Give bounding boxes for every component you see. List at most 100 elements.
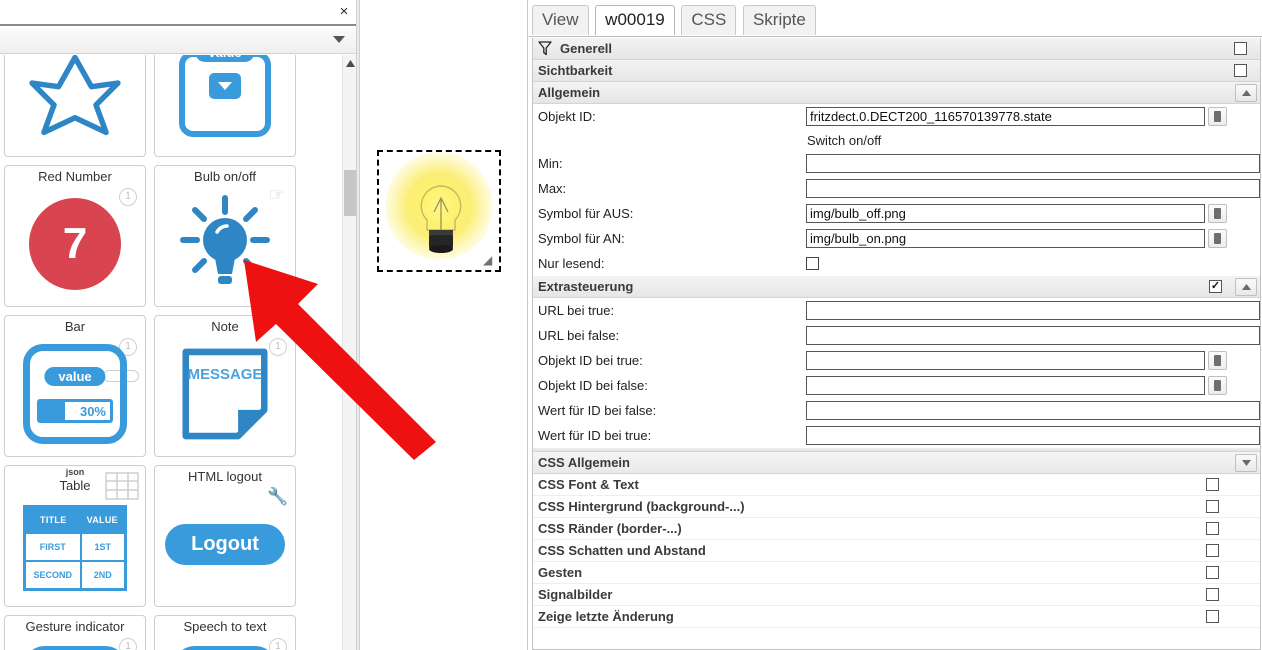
section-label: CSS Allgemein — [538, 455, 630, 470]
objekt-id-input[interactable] — [806, 107, 1205, 126]
section-header-generell[interactable]: Generell — [533, 38, 1260, 60]
panel-divider[interactable] — [356, 0, 360, 650]
widget-card-json-table[interactable]: json Table TITLE VALUE FIRST 1ST SECOND … — [4, 465, 146, 607]
bar-track: 30% — [37, 399, 113, 423]
min-input[interactable] — [806, 154, 1260, 173]
chevron-down-icon[interactable] — [333, 36, 345, 43]
tab-w00019[interactable]: w00019 — [595, 5, 675, 35]
row-wert-true: Wert für ID bei true: — [533, 423, 1260, 448]
bulb-on-image — [420, 185, 462, 253]
design-canvas[interactable]: ◢ — [361, 0, 528, 650]
section-signalbilder[interactable]: Signalbilder — [533, 584, 1260, 606]
url-bei-false-input[interactable] — [806, 326, 1260, 345]
section-checkbox[interactable] — [1206, 588, 1219, 601]
symbol-an-input[interactable] — [806, 229, 1205, 248]
symbol-aus-input[interactable] — [806, 204, 1205, 223]
row-objekt-id: Objekt ID: — [533, 104, 1260, 129]
section-checkbox[interactable] — [1234, 64, 1247, 77]
logout-icon: Logout — [155, 486, 295, 602]
row-label: URL bei true: — [538, 303, 615, 318]
section-zeige-letzte-aenderung[interactable]: Zeige letzte Änderung — [533, 606, 1260, 628]
widget-grid: value Red Number 1 7 — [4, 55, 336, 650]
browse-object-icon[interactable] — [1208, 107, 1227, 126]
section-checkbox[interactable] — [1206, 544, 1219, 557]
collapse-up-icon[interactable] — [1235, 84, 1257, 102]
section-css-hintergrund[interactable]: CSS Hintergrund (background-...) — [533, 496, 1260, 518]
section-checkbox[interactable] — [1206, 478, 1219, 491]
wert-id-false-input[interactable] — [806, 401, 1260, 420]
widget-card-gesture-indicator[interactable]: Gesture indicator 1 🔧 25.5 — [4, 615, 146, 650]
section-gesten[interactable]: Gesten — [533, 562, 1260, 584]
table-cell: SECOND — [23, 560, 82, 591]
section-css-allgemein[interactable]: CSS Allgemein — [533, 452, 1260, 474]
widget-card-star[interactable] — [4, 55, 146, 157]
row-label: Wert für ID bei true: — [538, 428, 652, 443]
section-css-raender[interactable]: CSS Ränder (border-...) — [533, 518, 1260, 540]
tab-css[interactable]: CSS — [681, 5, 737, 35]
section-header-allgemein[interactable]: Allgemein — [533, 82, 1260, 104]
widget-card-note[interactable]: Note 1 MESSAGE — [154, 315, 296, 457]
table-header-cell: VALUE — [80, 506, 126, 533]
palette-vertical-scrollbar[interactable] — [342, 55, 357, 650]
collapse-up-icon[interactable] — [1235, 278, 1257, 296]
section-header-extrasteuerung[interactable]: Extrasteuerung ✓ — [533, 276, 1260, 298]
section-label: Gesten — [538, 565, 583, 580]
objekt-id-hint: Switch on/off — [807, 132, 882, 148]
section-css-schatten-abstand[interactable]: CSS Schatten und Abstand — [533, 540, 1260, 562]
section-label: Allgemein — [538, 85, 601, 100]
red-number-value: 7 — [29, 198, 121, 290]
row-symbol-aus: Symbol für AUS: — [533, 201, 1260, 226]
widget-card-speech-to-text[interactable]: Speech to text 1 — [154, 615, 296, 650]
expand-down-icon[interactable] — [1235, 454, 1257, 472]
url-bei-true-input[interactable] — [806, 301, 1260, 320]
row-label: Symbol für AN: — [538, 231, 625, 246]
row-nur-lesend: Nur lesend: — [533, 251, 1260, 276]
objektid-bei-true-input[interactable] — [806, 351, 1205, 370]
row-label: Objekt ID bei false: — [538, 378, 648, 393]
browse-file-icon[interactable] — [1208, 204, 1227, 223]
close-icon[interactable]: × — [335, 3, 353, 21]
row-url-true: URL bei true: — [533, 298, 1260, 323]
widget-card-bar[interactable]: Bar 1 value 30% — [4, 315, 146, 457]
bar-icon: value 30% — [5, 336, 145, 452]
section-checkbox[interactable] — [1206, 500, 1219, 513]
section-css-font-text[interactable]: CSS Font & Text — [533, 474, 1260, 496]
selected-widget-bulb[interactable]: ◢ — [377, 150, 501, 272]
section-checkbox-checked[interactable]: ✓ — [1209, 280, 1222, 293]
browse-object-icon[interactable] — [1208, 351, 1227, 370]
widget-title: Note — [211, 319, 239, 334]
palette-toolbar — [0, 28, 359, 54]
funnel-icon — [538, 41, 552, 56]
resize-handle[interactable]: ◢ — [483, 254, 496, 267]
section-header-sichtbarkeit[interactable]: Sichtbarkeit — [533, 60, 1260, 82]
widget-card-value-dropdown[interactable]: value — [154, 55, 296, 157]
value-dropdown-icon: value — [155, 55, 295, 152]
widget-title: Gesture indicator — [25, 619, 125, 634]
row-objektid-true: Objekt ID bei true: — [533, 348, 1260, 373]
section-checkbox[interactable] — [1206, 522, 1219, 535]
nur-lesend-checkbox[interactable] — [806, 257, 819, 270]
max-input[interactable] — [806, 179, 1260, 198]
row-label: URL bei false: — [538, 328, 620, 343]
tab-view[interactable]: View — [532, 5, 589, 35]
section-label: CSS Schatten und Abstand — [538, 543, 706, 558]
row-label: Objekt ID: — [538, 109, 596, 124]
widget-card-red-number[interactable]: Red Number 1 7 — [4, 165, 146, 307]
star-icon — [5, 55, 145, 152]
table-icon: TITLE VALUE FIRST 1ST SECOND 2ND — [5, 494, 145, 602]
section-label: Sichtbarkeit — [538, 63, 613, 78]
objektid-bei-false-input[interactable] — [806, 376, 1205, 395]
sample-table: TITLE VALUE FIRST 1ST SECOND 2ND — [23, 505, 127, 591]
row-max: Max: — [533, 176, 1260, 201]
tab-skripte[interactable]: Skripte — [742, 5, 816, 35]
widget-card-html-logout[interactable]: HTML logout 🔧 Logout — [154, 465, 296, 607]
table-row: SECOND 2ND — [23, 560, 127, 591]
browse-object-icon[interactable] — [1208, 376, 1227, 395]
section-checkbox[interactable] — [1234, 42, 1247, 55]
browse-file-icon[interactable] — [1208, 229, 1227, 248]
wert-id-true-input[interactable] — [806, 426, 1260, 445]
widget-card-bulb-onoff[interactable]: Bulb on/off ☞ — [154, 165, 296, 307]
section-checkbox[interactable] — [1206, 610, 1219, 623]
section-checkbox[interactable] — [1206, 566, 1219, 579]
value-pill: value — [195, 55, 255, 62]
